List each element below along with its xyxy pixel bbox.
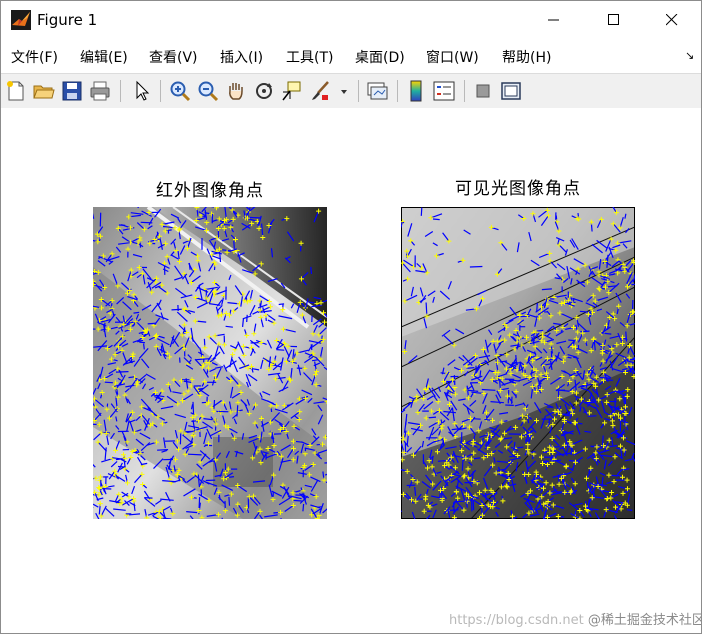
feature-vector: [625, 331, 628, 342]
infrared-image-axes[interactable]: [93, 207, 327, 519]
feature-vector: [157, 449, 169, 451]
feature-vector: [139, 341, 146, 344]
window-title: Figure 1: [37, 11, 98, 29]
feature-vector: [564, 414, 570, 417]
select-arrow-icon[interactable]: [130, 79, 154, 103]
feature-vector: [536, 302, 538, 313]
feature-vector: [587, 415, 597, 417]
feature-vector: [324, 462, 327, 464]
maximize-icon: [608, 14, 619, 25]
feature-vector: [248, 216, 262, 219]
show-plot-tools-icon[interactable]: [499, 79, 523, 103]
feature-vector: [147, 322, 156, 325]
feature-vector: [310, 266, 313, 275]
feature-vector: [326, 481, 327, 483]
toolbar-separator: [160, 80, 161, 102]
feature-vector: [128, 376, 135, 379]
insert-legend-icon[interactable]: [432, 79, 456, 103]
watermark-brand: @稀土掘金技术社区: [587, 613, 702, 628]
menu-edit[interactable]: 编辑(E): [80, 47, 128, 67]
toolbar-separator: [120, 80, 121, 102]
feature-vector: [568, 339, 575, 342]
watermark: https://blog.csdn.net @稀土掘金技术社区: [449, 609, 702, 628]
toolbar: [1, 73, 701, 109]
minimize-button[interactable]: [531, 1, 577, 39]
watermark-url: https://blog.csdn.net: [449, 613, 584, 628]
feature-vector: [292, 499, 302, 502]
close-button[interactable]: [649, 1, 695, 39]
visible-image-axes[interactable]: [401, 207, 635, 519]
feature-vector: [160, 345, 163, 353]
feature-vector: [302, 503, 305, 512]
feature-vector: [133, 311, 140, 314]
maximize-button[interactable]: [591, 1, 637, 39]
menu-file[interactable]: 文件(F): [11, 47, 58, 67]
visible-light-image: [401, 207, 635, 519]
menu-desktop[interactable]: 桌面(D): [355, 47, 405, 67]
feature-vector: [627, 509, 633, 511]
brush-icon[interactable]: [308, 79, 332, 103]
feature-vector: [466, 367, 475, 369]
zoom-out-icon[interactable]: [196, 79, 220, 103]
figure-canvas: 红外图像角点 可见光图像角点: [1, 108, 701, 633]
hide-plot-tools-icon[interactable]: [471, 79, 495, 103]
menu-tools[interactable]: 工具(T): [286, 47, 333, 67]
feature-vector: [276, 349, 285, 351]
link-plot-icon[interactable]: [365, 79, 389, 103]
save-icon[interactable]: [60, 79, 84, 103]
feature-vector: [481, 388, 496, 391]
feature-vector: [187, 453, 202, 456]
menu-help[interactable]: 帮助(H): [502, 47, 551, 67]
feature-vector: [228, 496, 231, 506]
toolbar-separator: [397, 80, 398, 102]
left-axes-title: 红外图像角点: [156, 181, 264, 201]
print-icon[interactable]: [88, 79, 112, 103]
open-folder-icon[interactable]: [32, 79, 56, 103]
menu-bar: 文件(F) 编辑(E) 查看(V) 插入(I) 工具(T) 桌面(D) 窗口(W…: [1, 41, 701, 71]
feature-vector: [472, 418, 481, 420]
feature-vector: [310, 344, 313, 351]
feature-vector: [246, 314, 248, 323]
feature-vector: [115, 371, 129, 373]
insert-colorbar-icon[interactable]: [404, 79, 428, 103]
figure-window: Figure 1 文件(F) 编辑(E) 查看(V) 插入(I) 工具(T) 桌…: [0, 0, 702, 634]
toolbar-separator: [464, 80, 465, 102]
right-axes-title: 可见光图像角点: [455, 179, 581, 199]
feature-vector: [143, 343, 145, 350]
infrared-image: [93, 207, 327, 519]
close-icon: [666, 14, 678, 26]
feature-vector: [541, 288, 552, 291]
feature-vector: [432, 218, 440, 221]
feature-vector: [278, 303, 285, 306]
pan-hand-icon[interactable]: [224, 79, 248, 103]
zoom-in-icon[interactable]: [168, 79, 192, 103]
menu-overflow-icon[interactable]: ↘: [685, 49, 694, 62]
menu-insert[interactable]: 插入(I): [220, 47, 263, 67]
menu-window[interactable]: 窗口(W): [426, 47, 479, 67]
matlab-icon: [11, 10, 31, 30]
brush-dropdown-icon[interactable]: [337, 79, 351, 103]
minimize-icon: [548, 19, 559, 21]
feature-vector: [469, 265, 483, 268]
menu-view[interactable]: 查看(V): [149, 47, 198, 67]
toolbar-separator: [358, 80, 359, 102]
new-figure-icon[interactable]: [4, 79, 28, 103]
feature-vector: [601, 435, 604, 446]
feature-vector: [420, 207, 423, 216]
title-bar: Figure 1: [1, 1, 701, 39]
rotate-3d-icon[interactable]: [252, 79, 276, 103]
feature-vector: [242, 318, 244, 327]
feature-vector: [144, 497, 153, 499]
data-cursor-icon[interactable]: [280, 79, 304, 103]
